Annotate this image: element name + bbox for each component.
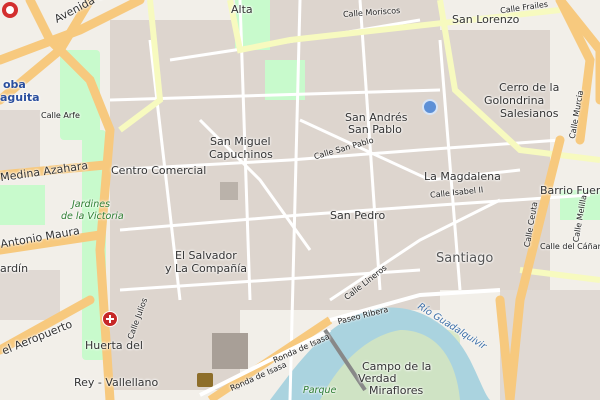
label-golondrina: Golondrina [484, 94, 545, 107]
label-calle-arfe: Calle Arfe [41, 111, 80, 120]
label-cerro-de-la: Cerro de la [499, 81, 560, 94]
location-pin-icon[interactable] [0, 0, 20, 20]
castle-icon[interactable] [197, 373, 213, 387]
label-huerta-del: Huerta del [85, 339, 143, 352]
label-ardin: ardín [0, 262, 29, 275]
plaza [212, 333, 248, 369]
label-san-miguel: San Miguel [210, 135, 271, 148]
label-la-magdalena: La Magdalena [424, 170, 501, 183]
label-capuchinos: Capuchinos [209, 148, 273, 161]
label-san-pedro: San Pedro [330, 209, 386, 222]
label-aguita: aguita [0, 91, 40, 104]
label-salesianos: Salesianos [500, 107, 559, 120]
hospital-icon[interactable] [102, 311, 118, 327]
label-san-lorenzo: San Lorenzo [452, 13, 520, 26]
label-centro-comercial: Centro Comercial [111, 164, 207, 177]
label-barrio-fuensanta: Barrio Fuensa [540, 184, 600, 197]
label-santiago: Santiago [436, 251, 494, 266]
label-y-la-compania: y La Compañía [165, 262, 247, 275]
label-jardines: Jardines [72, 199, 111, 210]
label-alta: Alta [231, 3, 253, 16]
map-view[interactable]: Avenida de Alta Calle Moriscos Calle Fra… [0, 0, 600, 400]
label-de-la-victoria: de la Victoria [61, 211, 124, 222]
label-el-salvador: El Salvador [175, 249, 237, 262]
label-san-pablo: San Pablo [348, 123, 402, 136]
label-miraflores: Miraflores [369, 384, 424, 397]
label-calle-del-canamo: Calle del Cáñamo [540, 242, 600, 251]
label-rey-vallellano: Rey - Vallellano [74, 376, 159, 389]
label-oba: oba [3, 78, 26, 91]
label-parque: Parque [303, 385, 337, 396]
info-icon[interactable] [422, 99, 438, 115]
